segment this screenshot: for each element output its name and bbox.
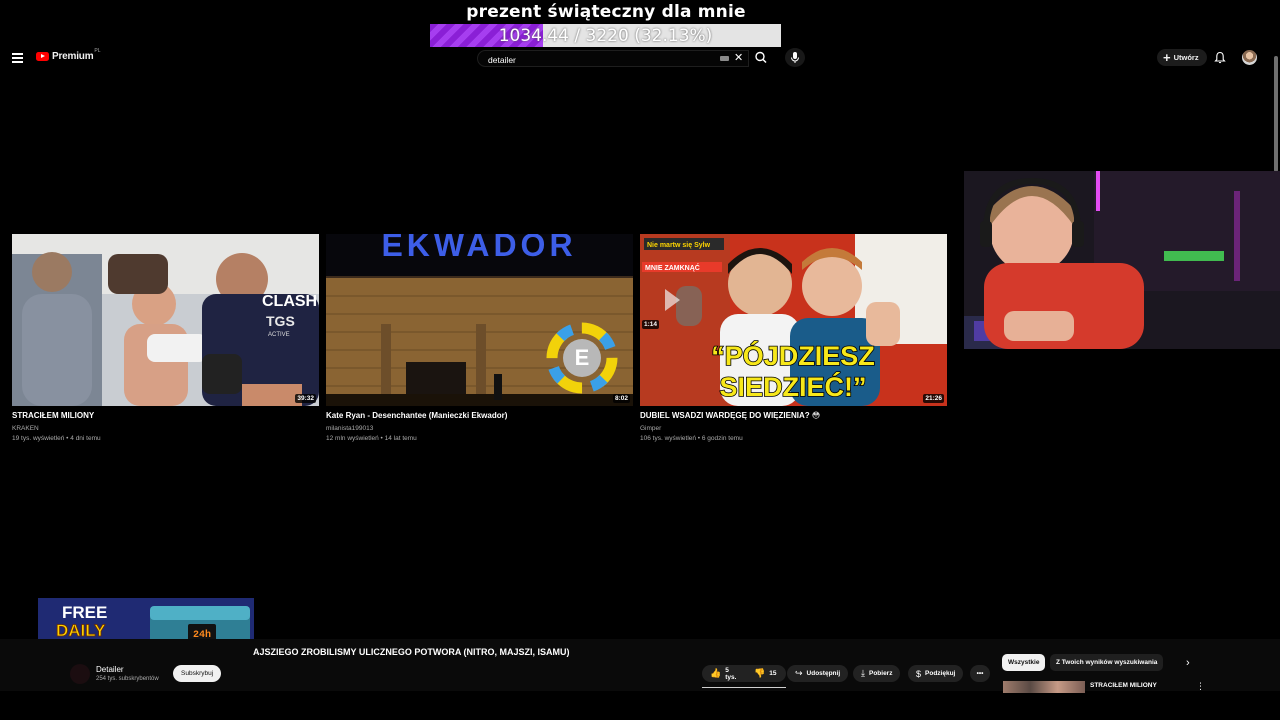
banner-text-2: MNIE ZAMKNĄĆ [645,263,700,272]
download-icon: ⤓ [861,668,865,678]
youtube-premium-logo[interactable]: Premium PL [36,47,101,62]
video-title[interactable]: Kate Ryan - Desenchantee (Manieczki Ekwa… [326,411,633,420]
share-label: Udostępnij [806,670,841,677]
microphone-icon [791,52,799,63]
dislike-button[interactable]: 👎 15 [746,665,786,682]
logo-text: Premium [52,51,94,62]
share-icon: ↪ [795,668,803,678]
user-avatar[interactable] [1242,50,1257,65]
more-vert-icon[interactable]: ⋮ [1196,681,1205,692]
download-label: Pobierz [868,670,893,677]
logo-country-code: PL [94,47,101,54]
plus-icon: + [1163,49,1171,65]
masthead: Premium PL ✕ + Utwórz [0,44,1272,72]
channel-avatar[interactable] [70,664,90,684]
now-playing-title[interactable]: AJSZIEGO ZROBILISMY ULICZNEGO POTWORA (N… [253,647,570,657]
video-meta: 106 tys. wyświetleń • 6 godzin temu [640,435,743,442]
shirt-logo-text: CLASH [262,293,317,310]
related-video-title[interactable]: STRACIŁEM MILIONY [1090,682,1157,689]
bell-icon[interactable] [1214,51,1226,64]
voice-search-button[interactable] [785,48,805,67]
shirt-logo-text-2: TGS [266,313,295,329]
sign-text: EKWADOR [381,234,576,263]
more-actions-button[interactable]: ••• [970,665,990,682]
video-thumbnail[interactable]: CLASH TGS ACTIVE 39:32 [12,234,319,406]
subscribe-button[interactable]: Subskrybuj [173,665,222,682]
chip-from-search[interactable]: Z Twoich wyników wyszukiwania [1050,654,1164,671]
create-button[interactable]: + Utwórz [1157,49,1207,66]
video-card[interactable]: CLASH TGS ACTIVE 39:32 STRACIŁEM MILIONY… [12,234,319,442]
video-thumbnail[interactable]: Nie martw się Sylw MNIE ZAMKNĄĆ “PÓJDZIE… [640,234,947,406]
video-channel[interactable]: KRAKEN [12,425,319,432]
hamburger-icon[interactable] [12,53,23,63]
promo-line-1: FREE [62,603,107,622]
chip-all[interactable]: Wszystkie [1002,654,1046,671]
thanks-button[interactable]: $ Podziękuj [908,665,964,682]
thumbnail-headline-1: “PÓJDZIESZ [711,340,875,371]
search-input[interactable] [486,51,710,68]
thanks-icon: $ [916,668,922,679]
like-bar [702,687,786,688]
thumbs-down-icon: 👎 [754,668,766,678]
donation-goal-text: 1034.44 / 3220 (32.13%) [498,26,713,46]
search-icon [755,51,767,64]
share-button[interactable]: ↪ Udostępnij [787,665,849,682]
dislike-count: 15 [769,670,777,677]
video-channel[interactable]: milanista199013 [326,425,633,432]
like-count: 5 tys. [725,666,737,681]
svg-text:E: E [575,345,590,370]
youtube-play-icon [36,52,49,61]
search-button[interactable] [748,48,774,67]
video-title[interactable]: DUBIEL WSADZI WARDĘGĘ DO WIĘZIENIA? 😳 [640,411,947,420]
video-thumbnail[interactable]: EKWADOR E 8:02 [326,234,633,406]
related-video-thumbnail[interactable] [1003,681,1085,693]
thanks-label: Podziękuj [925,670,956,677]
keyboard-icon[interactable] [720,56,729,61]
video-duration: 21:26 [923,394,944,403]
shirt-logo-text-3: ACTIVE [268,332,290,338]
video-channel[interactable]: Gimper [640,425,947,432]
channel-name[interactable]: Detailer [96,665,124,674]
video-meta: 19 tys. wyświetleń • 4 dni temu [12,435,101,442]
donation-goal-title: prezent świąteczny dla mnie [466,2,746,22]
thumbs-up-icon: 👍 [710,668,722,678]
more-icon: ••• [976,670,984,677]
create-label: Utwórz [1173,53,1199,62]
inner-duration-label: 1:14 [642,320,660,329]
banner-text: Nie martw się Sylw [647,242,711,249]
streamer-webcam [964,171,1280,349]
video-card[interactable]: Nie martw się Sylw MNIE ZAMKNĄĆ “PÓJDZIE… [640,234,947,442]
chevron-right-icon[interactable]: › [1186,657,1190,669]
promo-line-2: DAILY [56,621,106,640]
thumbnail-headline-2: SIEDZIEĆ!” [719,371,866,402]
channel-subscribers: 254 tys. subskrybentów [96,676,159,682]
page-scrollbar[interactable] [1274,56,1278,172]
video-meta: 12 mln wyświetleń • 14 lat temu [326,435,417,442]
video-duration: 8:02 [612,394,630,403]
video-title[interactable]: STRACIŁEM MILIONY [12,411,319,420]
download-button[interactable]: ⤓ Pobierz [853,665,901,682]
like-button[interactable]: 👍 5 tys. [702,665,746,682]
video-card[interactable]: EKWADOR E 8:02 Kate Ryan - Desenchantee … [326,234,633,442]
clear-search-icon[interactable]: ✕ [734,51,743,66]
video-duration: 39:32 [295,394,316,403]
search-box: ✕ [477,50,749,68]
